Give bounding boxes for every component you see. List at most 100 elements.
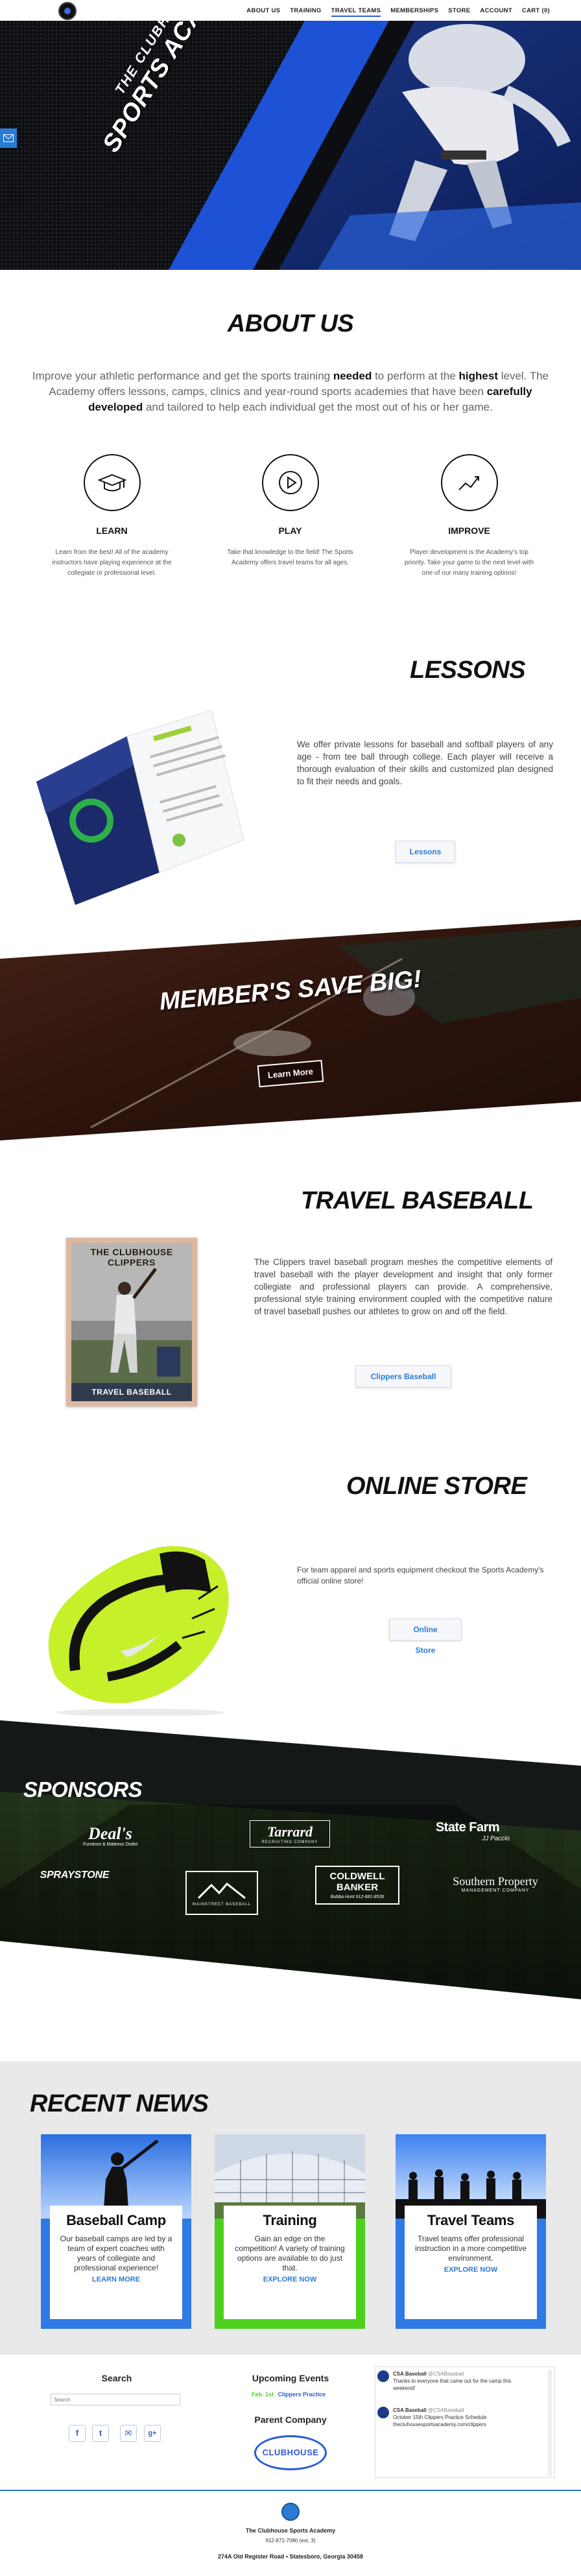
parent-company-title: Parent Company — [254, 2414, 327, 2425]
mountain-icon — [197, 1882, 246, 1899]
event-name: Clippers Practice — [278, 2391, 326, 2398]
twitter-feed-scrollbar[interactable] — [548, 2370, 552, 2476]
news-title: RECENT NEWS — [30, 2090, 209, 2117]
feature-improve: IMPROVE Player development is the Academ… — [399, 454, 539, 579]
graduation-cap-icon — [97, 474, 126, 492]
lessons-title: LESSONS — [410, 656, 526, 684]
news-card-title: Baseball Camp — [66, 2212, 166, 2228]
tweet-item: CSA Baseball @CSABaseball Thanks to ever… — [377, 2370, 533, 2392]
travel-title: TRAVEL BASEBALL — [301, 1187, 534, 1214]
google-plus-icon[interactable]: g+ — [144, 2425, 161, 2442]
sponsor-southern-sub: Management Company — [461, 1888, 530, 1893]
top-navigation: ABOUT US TRAINING TRAVEL TEAMS MEMBERSHI… — [0, 0, 581, 21]
sponsor-tarrard-name: Tarrard — [267, 1824, 313, 1840]
sponsor-logo-statefarm[interactable]: State Farm JJ Paccio — [412, 1820, 523, 1842]
mail-icon — [3, 134, 14, 142]
email-icon[interactable]: ✉ — [120, 2425, 137, 2442]
news-card-training[interactable]: Training Gain an edge on the competition… — [215, 2134, 365, 2329]
news-card-title: Travel Teams — [427, 2212, 515, 2228]
sponsor-southern-name: Southern Property — [453, 1875, 538, 1888]
avatar — [377, 2370, 389, 2382]
feature-learn-circle — [83, 454, 141, 511]
member-banner-image — [0, 920, 581, 1140]
sponsor-tarrard-sub: Recruiting Company — [261, 1840, 318, 1844]
avatar — [377, 2407, 389, 2418]
sponsor-logo-coldwell[interactable]: COLDWELL BANKER Bubba Hunt 912-681-8536 — [315, 1866, 399, 1905]
news-card-baseball-camp[interactable]: Baseball Camp Our baseball camps are led… — [41, 2134, 191, 2329]
tweet-item: CSA Baseball @CSABaseball October 15th C… — [377, 2407, 533, 2428]
sponsor-logo-mainstreet[interactable]: MAINSTREET BASEBALL — [185, 1871, 258, 1915]
nav-item-store[interactable]: STORE — [448, 7, 470, 17]
chart-line-icon — [458, 476, 479, 490]
news-card-title: Training — [263, 2212, 317, 2228]
event-item[interactable]: Feb. 1st Clippers Practice — [252, 2391, 326, 2398]
hero-banner: THE CLUBHOUSE SPORTS ACADEMY — [0, 21, 581, 270]
sponsor-logo-deals[interactable]: Deal's Furniture & Mattress Outlet — [71, 1824, 149, 1847]
sponsor-logo-southern[interactable]: Southern Property Management Company — [431, 1875, 560, 1893]
tweet-user: CSA Baseball — [393, 2371, 427, 2377]
feature-learn-label: LEARN — [96, 525, 128, 536]
sponsor-coldwell-sub: Bubba Hunt 912-681-8536 — [330, 1895, 385, 1899]
nav-item-travel-teams[interactable]: TRAVEL TEAMS — [331, 7, 381, 17]
feature-play-desc: Take that knowledge to the field! The Sp… — [227, 549, 353, 566]
footer-address: 274A Old Register Road • Statesboro, Geo… — [218, 2553, 363, 2560]
clippers-baseball-button[interactable]: Clippers Baseball — [355, 1366, 451, 1388]
sponsor-logo-spraystone[interactable]: SPRAYSTONE — [26, 1870, 123, 1881]
nav-item-account[interactable]: ACCOUNT — [480, 7, 512, 17]
explore-now-link[interactable]: EXPLORE NOW — [224, 2276, 356, 2283]
feature-improve-label: IMPROVE — [448, 525, 490, 536]
sponsor-statefarm-name: State Farm — [435, 1820, 500, 1835]
feature-play-circle — [261, 454, 319, 511]
learn-more-link[interactable]: LEARN MORE — [50, 2276, 182, 2283]
events-title: Upcoming Events — [252, 2373, 329, 2383]
footer-phone: 912-871-7080 (ext. 3) — [265, 2538, 316, 2544]
travel-card-footer: TRAVEL BASEBALL — [71, 1383, 192, 1401]
news-card-desc: Travel teams offer professional instruct… — [414, 2234, 527, 2263]
about-title: ABOUT US — [227, 310, 354, 337]
search-input[interactable] — [51, 2394, 180, 2405]
parent-logo-text: CLUBHOUSE — [262, 2448, 319, 2457]
news-card-travel-teams[interactable]: Travel Teams Travel teams offer professi… — [396, 2134, 546, 2329]
online-store-button[interactable]: Online Store — [389, 1619, 462, 1655]
hero-pitcher-image — [169, 21, 581, 270]
sponsor-logo-tarrard[interactable]: Tarrard Recruiting Company — [250, 1820, 330, 1848]
twitter-icon[interactable]: t — [92, 2425, 109, 2442]
feature-play-label: PLAY — [278, 525, 302, 536]
feature-improve-desc: Player development is the Academy's top … — [404, 549, 534, 577]
footer-logo[interactable] — [281, 2503, 300, 2521]
event-date: Feb. 1st — [252, 2391, 274, 2398]
nav-item-cart[interactable]: CART (0) — [522, 7, 550, 17]
nav-item-about[interactable]: ABOUT US — [246, 7, 280, 17]
site-logo[interactable] — [58, 2, 77, 20]
about-text: Improve your athletic performance and ge… — [32, 370, 549, 413]
lessons-text: We offer private lessons for baseball an… — [297, 740, 553, 786]
nav-item-memberships[interactable]: MEMBERSHIPS — [390, 7, 438, 17]
nav-menu: ABOUT US TRAINING TRAVEL TEAMS MEMBERSHI… — [246, 7, 550, 17]
parent-company-logo[interactable]: CLUBHOUSE — [254, 2435, 327, 2470]
footer-company-name: The Clubhouse Sports Academy — [245, 2527, 336, 2534]
search-title: Search — [101, 2373, 132, 2383]
store-glove-image — [48, 1546, 229, 1716]
nav-item-training[interactable]: TRAINING — [290, 7, 321, 17]
sponsor-mainstreet-name: MAINSTREET BASEBALL — [193, 1903, 251, 1907]
play-icon — [278, 471, 302, 494]
lessons-button[interactable]: Lessons — [396, 841, 455, 863]
travel-card-image: THE CLUBHOUSE CLIPPERS TRAVEL BASEBALL — [66, 1238, 197, 1406]
email-tab[interactable] — [0, 128, 17, 148]
tweet-handle: @CSABaseball — [427, 2371, 464, 2377]
lessons-brochure-image — [36, 710, 244, 905]
feature-improve-circle — [440, 454, 498, 511]
store-title: ONLINE STORE — [346, 1473, 527, 1500]
tweet-text: October 15th Clippers Practice Schedule … — [393, 2414, 487, 2427]
feature-play: PLAY Take that knowledge to the field! T… — [220, 454, 360, 568]
tweet-text: Thanks to everyone that came out for the… — [393, 2378, 512, 2391]
feature-learn-desc: Learn from the best! All of the academy … — [52, 549, 172, 577]
store-text: For team apparel and sports equipment ch… — [297, 1565, 544, 1585]
sponsor-coldwell-name: COLDWELL BANKER — [329, 1871, 385, 1893]
explore-now-link[interactable]: EXPLORE NOW — [405, 2266, 537, 2274]
facebook-icon[interactable]: f — [69, 2425, 86, 2442]
footer-divider — [0, 2490, 581, 2491]
feature-learn: LEARN Learn from the best! All of the ac… — [42, 454, 182, 579]
sponsor-deals-sub: Furniture & Mattress Outlet — [82, 1842, 138, 1847]
news-card-desc: Our baseball camps are led by a team of … — [60, 2234, 172, 2272]
